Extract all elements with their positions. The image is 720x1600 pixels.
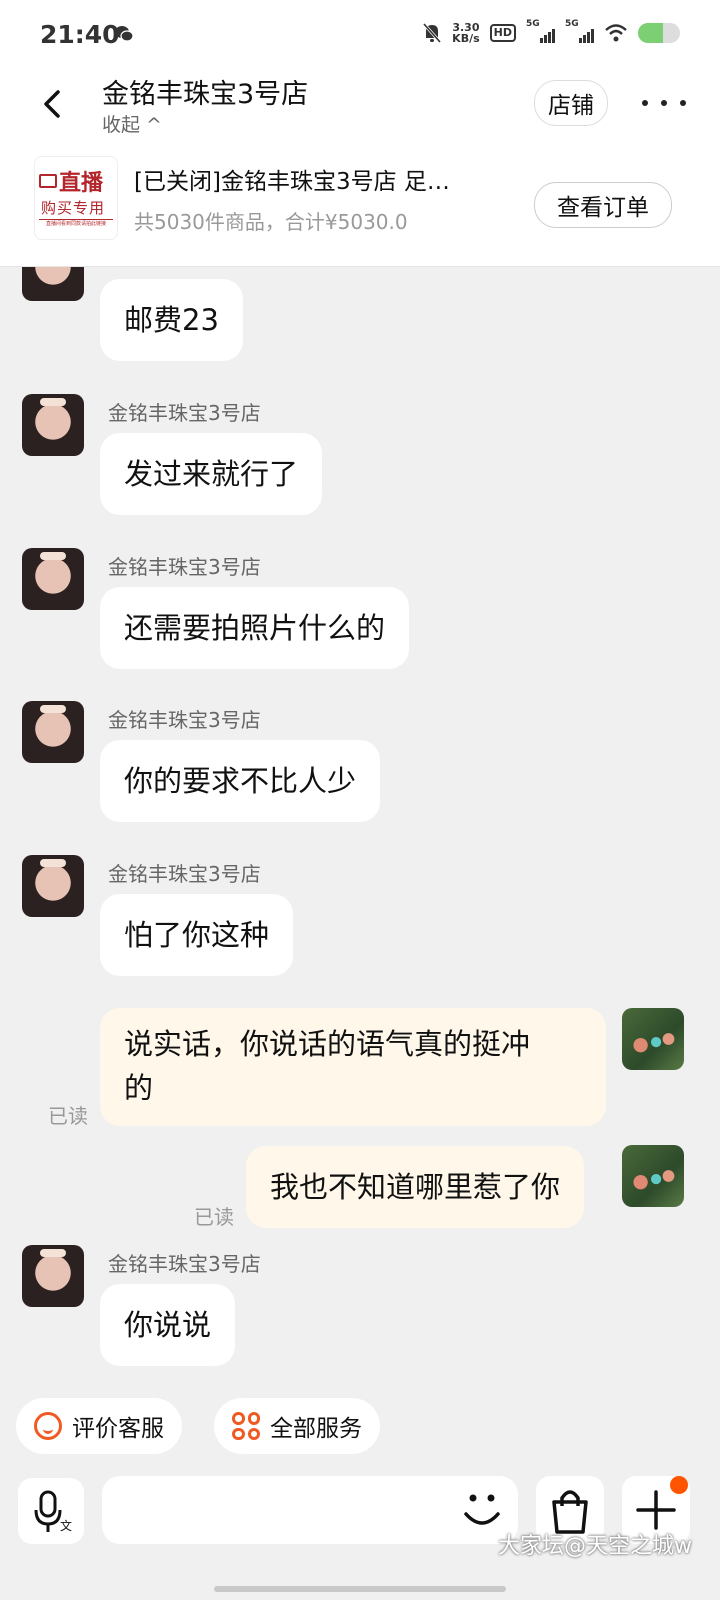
- read-receipt: 已读: [194, 1205, 234, 1229]
- chat-header: 金铭丰珠宝3号店 收起 ^ 店铺: [0, 72, 720, 142]
- order-card[interactable]: 直播 购买专用 直播间看到同款请拍此链接 [已关闭]金铭丰珠宝3号店 足… 共5…: [0, 142, 720, 267]
- message-bubble: 还需要拍照片什么的: [100, 587, 410, 669]
- signal-icon: 5G: [526, 19, 555, 43]
- net-speed: 3.30 KB/s: [452, 21, 480, 45]
- user-avatar[interactable]: [622, 1145, 684, 1207]
- more-options-icon[interactable]: [642, 88, 686, 118]
- message-bubble: 你说说: [100, 1284, 236, 1366]
- wifi-icon: [605, 24, 627, 42]
- message-bubble: 邮费23: [100, 279, 243, 361]
- emoji-icon[interactable]: [460, 1486, 504, 1534]
- back-arrow-icon[interactable]: [36, 86, 72, 122]
- message-list[interactable]: 邮费23 金铭丰珠宝3号店 发过来就行了 金铭丰珠宝3号店 还需要拍照片什么的 …: [0, 267, 720, 1387]
- shop-avatar[interactable]: [22, 548, 84, 610]
- smile-icon: [34, 1412, 62, 1440]
- hd-badge: HD: [489, 24, 516, 42]
- product-thumbnail: 直播 购买专用 直播间看到同款请拍此链接: [34, 156, 118, 240]
- read-receipt: 已读: [48, 1104, 88, 1128]
- message-bubble: 发过来就行了: [100, 433, 323, 515]
- user-avatar[interactable]: [622, 1008, 684, 1070]
- sender-name: 金铭丰珠宝3号店: [108, 1252, 261, 1276]
- video-camera-icon: [39, 174, 57, 188]
- svg-text:文: 文: [60, 1518, 72, 1533]
- own-message-bubble: 说实话，你说话的语气真的挺冲 的: [100, 1008, 606, 1126]
- home-indicator[interactable]: [214, 1586, 506, 1592]
- status-time: 21:40: [40, 20, 120, 49]
- store-button[interactable]: 店铺: [534, 80, 608, 126]
- message-bubble: 你的要求不比人少: [100, 740, 381, 822]
- sender-name: 金铭丰珠宝3号店: [108, 555, 261, 579]
- shop-avatar[interactable]: [22, 701, 84, 763]
- rate-service-button[interactable]: 评价客服: [16, 1398, 182, 1454]
- view-order-button[interactable]: 查看订单: [534, 182, 672, 228]
- sender-name: 金铭丰珠宝3号店: [108, 708, 261, 732]
- signal-icon-2: 5G: [565, 19, 594, 43]
- sender-name: 金铭丰珠宝3号店: [108, 862, 261, 886]
- own-message-bubble: 我也不知道哪里惹了你: [246, 1146, 585, 1228]
- order-summary: 共5030件商品，合计¥5030.0: [134, 210, 408, 234]
- shop-title: 金铭丰珠宝3号店: [102, 79, 309, 110]
- notification-dot: [670, 1476, 688, 1494]
- service-shortcuts: 评价客服 全部服务: [0, 1398, 720, 1456]
- grid-icon: [232, 1412, 260, 1440]
- collapse-toggle[interactable]: 收起 ^: [102, 110, 162, 137]
- voice-input-button[interactable]: 文: [18, 1478, 84, 1544]
- shop-avatar[interactable]: [22, 855, 84, 917]
- all-services-button[interactable]: 全部服务: [214, 1398, 380, 1454]
- message-bubble: 怕了你这种: [100, 894, 294, 976]
- sender-name: 金铭丰珠宝3号店: [108, 401, 261, 425]
- status-bar: 21:40 3.30 KB/s HD 5G 5G: [0, 0, 720, 72]
- wechat-icon: [115, 26, 134, 42]
- shop-avatar[interactable]: [22, 267, 84, 301]
- message-input[interactable]: [102, 1476, 518, 1544]
- battery-icon: [638, 23, 680, 43]
- watermark: 大家坛@天空之城w: [498, 1534, 692, 1559]
- microphone-icon: 文: [34, 1490, 72, 1533]
- shop-avatar[interactable]: [22, 1245, 84, 1307]
- mute-bell-icon: [423, 23, 442, 43]
- order-title: [已关闭]金铭丰珠宝3号店 足…: [134, 169, 450, 195]
- shop-avatar[interactable]: [22, 394, 84, 456]
